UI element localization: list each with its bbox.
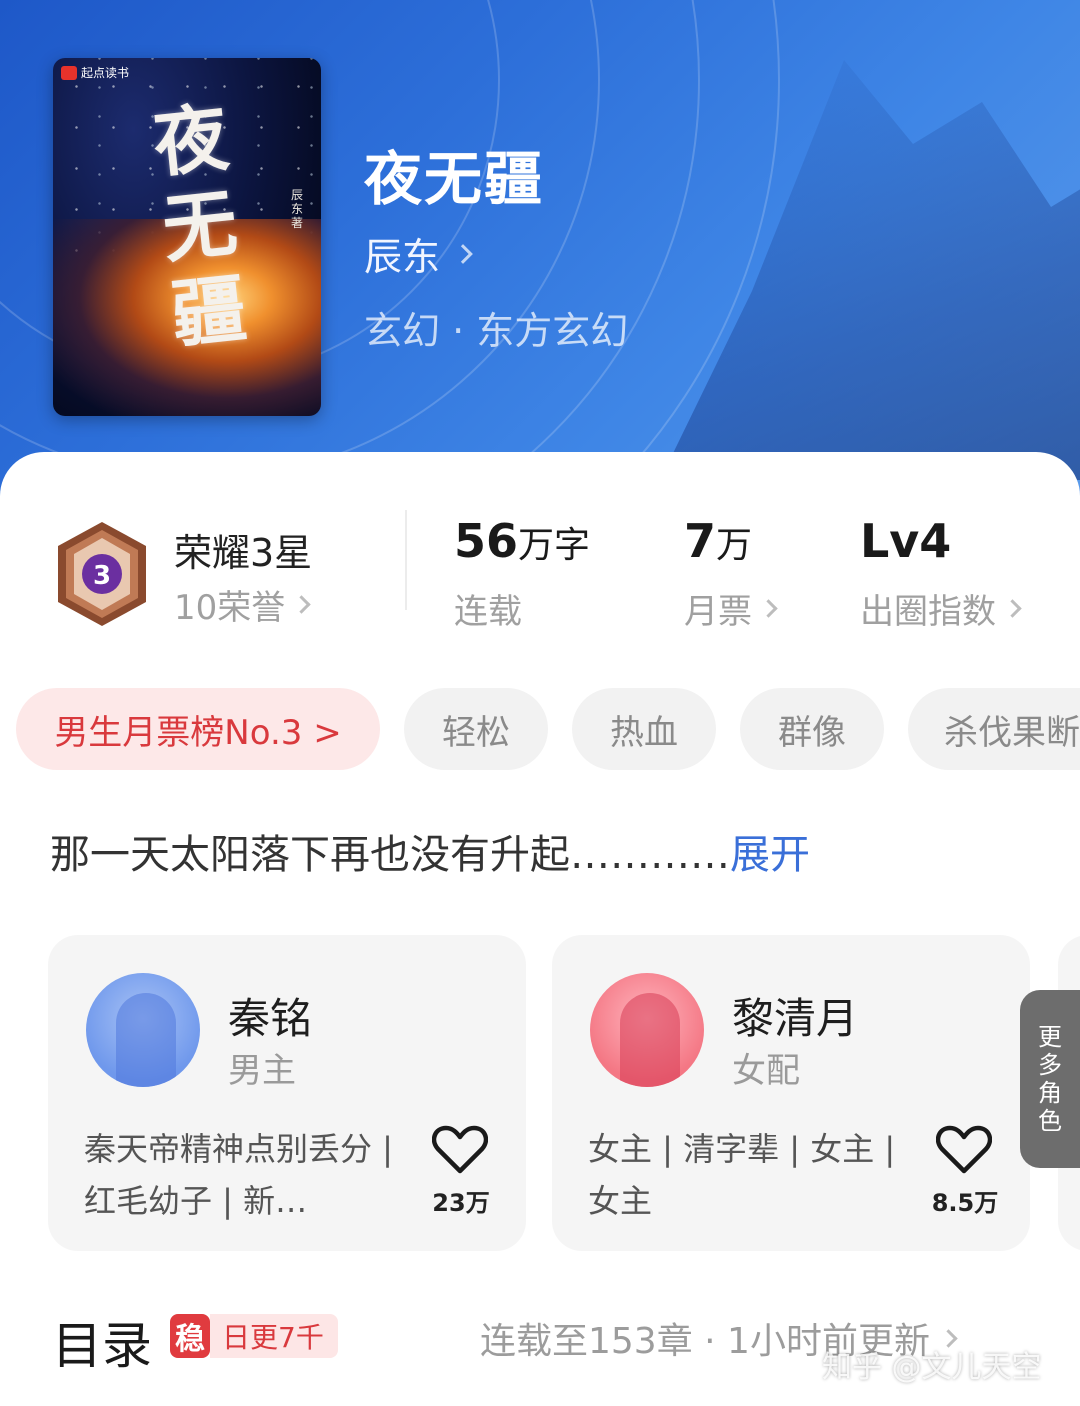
heart-icon[interactable] (432, 1125, 488, 1175)
like-count: 23万 (432, 1189, 490, 1217)
breakout-index: Lv4 (860, 514, 952, 568)
role-name: 黎清月 (732, 994, 859, 1043)
honor-badge-icon[interactable]: 3 (54, 520, 150, 628)
more-roles-button[interactable]: 更多角色 (1020, 990, 1080, 1168)
heart-icon[interactable] (936, 1125, 992, 1175)
role-card[interactable]: 秦铭 男主 秦天帝精神点别丢分 | 红毛幼子 | 新… 23万 (48, 935, 526, 1251)
monthly-votes-link[interactable]: 月票 (684, 584, 778, 633)
watermark: 知乎 @文儿天空 (822, 1350, 1042, 1385)
role-description: 秦天帝精神点别丢分 | 红毛幼子 | 新… (84, 1130, 393, 1220)
stable-update-badge: 稳 (170, 1314, 210, 1358)
book-title: 夜无疆 (364, 145, 545, 213)
book-genre: 玄幻 · 东方玄幻 (364, 309, 629, 353)
chevron-right-icon (1003, 599, 1022, 618)
role-description: 女主 | 清字辈 | 女主 | 女主 (588, 1130, 896, 1220)
role-card[interactable]: 黎清月 女配 女主 | 清字辈 | 女主 | 女主 8.5万 (552, 935, 1030, 1251)
qidian-logo-icon (61, 65, 77, 80)
monthly-votes: 7万 (684, 514, 753, 568)
expand-link[interactable]: 展开 (730, 832, 810, 878)
role-name: 秦铭 (228, 994, 313, 1043)
chevron-right-icon (759, 599, 778, 618)
cover-brand: 起点读书 (61, 64, 129, 81)
tag-item[interactable]: 热血 (572, 688, 716, 770)
book-cover[interactable]: 起点读书 夜无疆 辰东著 (53, 58, 321, 416)
catalog-title: 目录 (52, 1317, 152, 1375)
role-type: 女配 (732, 1051, 800, 1091)
serial-status: 连载 (454, 592, 522, 632)
role-type: 男主 (228, 1051, 296, 1091)
tag-item[interactable]: 杀伐果断 (908, 688, 1080, 770)
like-count: 8.5万 (931, 1189, 999, 1217)
rank-tag[interactable]: 男生月票榜No.3 > (16, 688, 380, 770)
avatar (590, 973, 704, 1087)
svg-text:3: 3 (93, 561, 111, 591)
avatar (86, 973, 200, 1087)
breakout-index-link[interactable]: 出圈指数 (860, 584, 1022, 633)
author-link[interactable]: 辰东 (364, 226, 473, 281)
stats-divider (405, 510, 407, 610)
synopsis[interactable]: 那一天太阳落下再也没有升起…………展开 (50, 822, 810, 880)
tag-item[interactable]: 群像 (740, 688, 884, 770)
word-count: 56万字 (454, 514, 591, 568)
tag-item[interactable]: 轻松 (404, 688, 548, 770)
cover-author-mark: 辰东著 (290, 188, 303, 230)
daily-update-badge: 日更7千 (210, 1314, 338, 1358)
chevron-right-icon (292, 595, 311, 614)
honor-link[interactable]: 10荣誉 (174, 580, 311, 629)
author-name: 辰东 (364, 235, 441, 279)
honor-title: 荣耀3星 (174, 531, 313, 575)
chevron-right-icon (453, 243, 473, 264)
